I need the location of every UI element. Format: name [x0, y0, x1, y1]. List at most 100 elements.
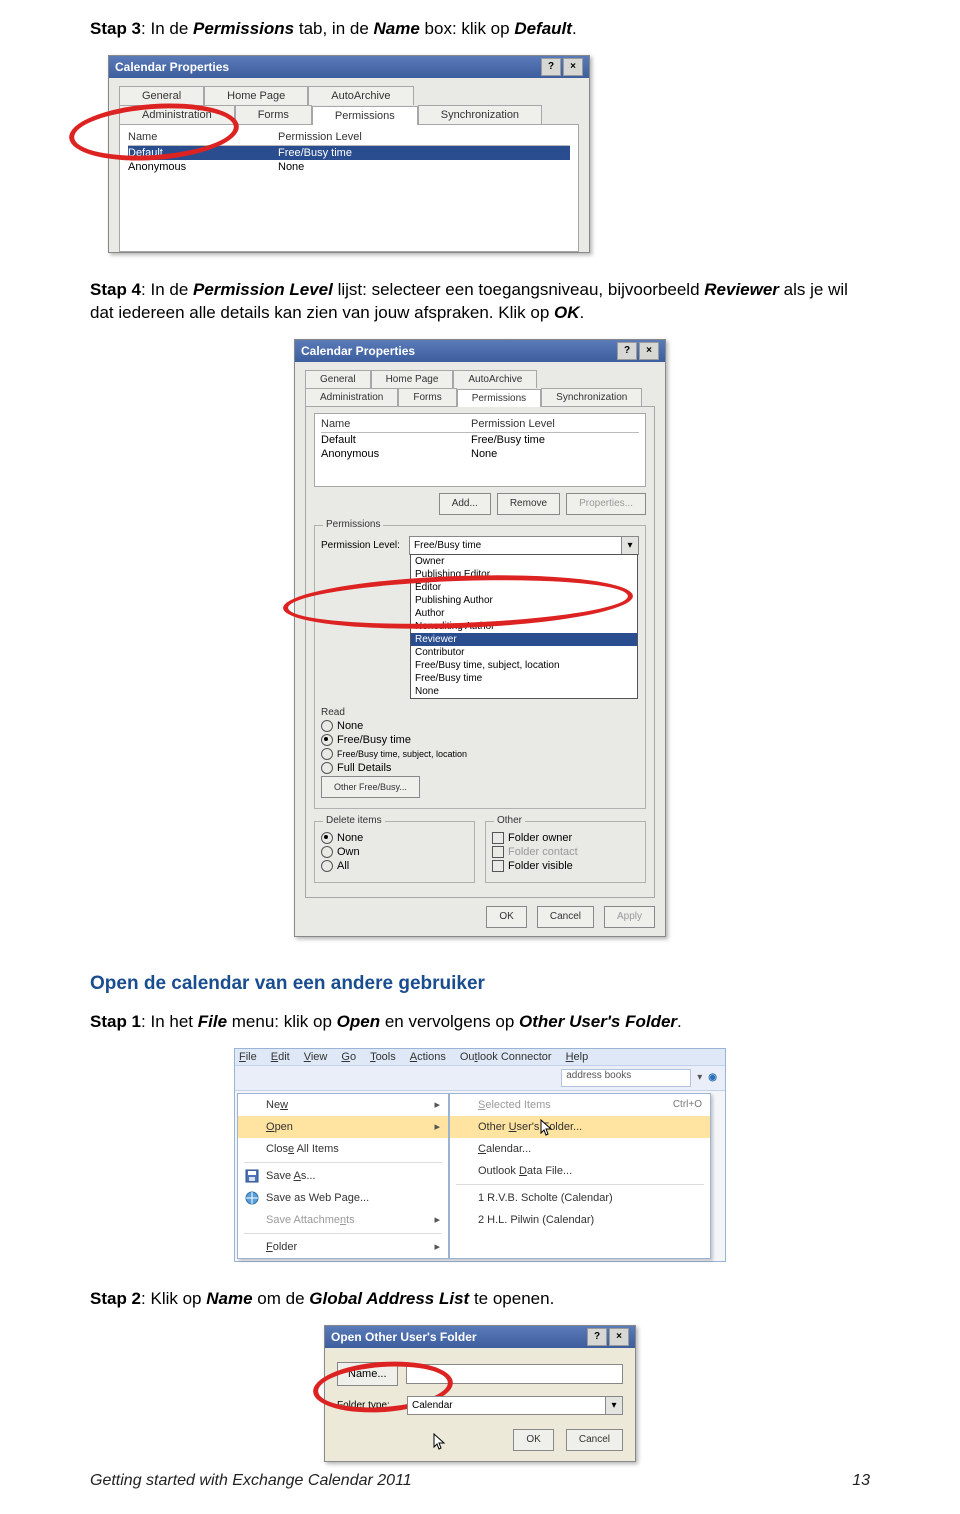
address-books-field[interactable]: address books: [561, 1069, 691, 1087]
menu-help[interactable]: Help: [566, 1051, 589, 1063]
section-heading: Open de calendar van een andere gebruike…: [90, 973, 870, 995]
help-icon[interactable]: ?: [617, 342, 637, 360]
permission-level-options[interactable]: Owner Publishing Editor Editor Publishin…: [410, 554, 638, 699]
step-1-text: Stap 1: In het File menu: klik op Open e…: [90, 1011, 870, 1034]
folder-type-value: Calendar: [412, 1400, 453, 1411]
read-group-label: Read: [321, 707, 639, 718]
apply-button[interactable]: Apply: [604, 906, 655, 928]
figure-file-open-menu: File Edit View Go Tools Actions Outlook …: [90, 1048, 870, 1262]
tab-general[interactable]: General: [119, 86, 204, 105]
tab-permissions[interactable]: Permissions: [312, 106, 418, 125]
dialog-title: Calendar Properties: [115, 60, 229, 74]
footer-title: Getting started with Exchange Calendar 2…: [90, 1472, 412, 1490]
tab-autoarchive[interactable]: AutoArchive: [308, 86, 413, 105]
permissions-row-default[interactable]: DefaultFree/Busy time: [321, 433, 639, 447]
figure-calendar-properties-list: Calendar Properties ? × General Home Pag…: [108, 55, 870, 253]
tab-synchronization[interactable]: Synchronization: [541, 388, 642, 406]
menu-go[interactable]: Go: [341, 1051, 356, 1063]
other-group-label: Other: [494, 815, 525, 826]
toolbar-search: address books ▾ ◉: [235, 1066, 725, 1091]
folder-visible-check[interactable]: Folder visible: [492, 860, 639, 872]
step-3-text: Stap 3: In de Permissions tab, in de Nam…: [90, 18, 870, 41]
menu-tools[interactable]: Tools: [370, 1051, 396, 1063]
delete-none-radio[interactable]: None: [321, 832, 468, 844]
folder-contact-check[interactable]: Folder contact: [492, 846, 639, 858]
dialog-title: Open Other User's Folder: [331, 1330, 477, 1344]
figure-open-other-users-folder: Open Other User's Folder ? × Name... Fol…: [90, 1325, 870, 1462]
file-menu: New▸ Open▸ Close All Items Save As... Sa…: [237, 1093, 449, 1259]
properties-button[interactable]: Properties...: [566, 493, 646, 515]
add-button[interactable]: Add...: [439, 493, 491, 515]
permissions-list-header: NamePermission Level: [128, 131, 570, 146]
tab-permissions[interactable]: Permissions: [457, 389, 541, 407]
ok-button[interactable]: OK: [513, 1429, 553, 1451]
tab-synchronization[interactable]: Synchronization: [418, 105, 542, 124]
menu-item-folder[interactable]: Folder▸: [238, 1236, 448, 1258]
help-icon[interactable]: ?: [587, 1328, 607, 1346]
permissions-row-anonymous[interactable]: AnonymousNone: [321, 447, 639, 461]
tab-administration[interactable]: Administration: [305, 388, 398, 406]
menu-edit[interactable]: Edit: [271, 1051, 290, 1063]
help-icon[interactable]: ?: [541, 58, 561, 76]
other-freebusy-button[interactable]: Other Free/Busy...: [321, 776, 420, 798]
menu-actions[interactable]: Actions: [410, 1051, 446, 1063]
tab-autoarchive[interactable]: AutoArchive: [453, 370, 537, 388]
cancel-button[interactable]: Cancel: [537, 906, 594, 928]
close-icon[interactable]: ×: [639, 342, 659, 360]
submenu-recent-1[interactable]: 1 R.V.B. Scholte (Calendar): [450, 1187, 710, 1209]
chevron-down-icon[interactable]: ▾: [605, 1397, 622, 1414]
dialog-titlebar: Calendar Properties ? ×: [109, 56, 589, 78]
submenu-recent-2[interactable]: 2 H.L. Pilwin (Calendar): [450, 1209, 710, 1231]
dialog-titlebar: Calendar Properties ? ×: [295, 340, 665, 362]
tab-forms[interactable]: Forms: [398, 388, 456, 406]
figure-calendar-properties-full: Calendar Properties ? × General Home Pag…: [90, 339, 870, 937]
menu-item-open[interactable]: Open▸: [238, 1116, 448, 1138]
name-input[interactable]: [406, 1364, 623, 1384]
permission-level-dropdown[interactable]: Free/Busy time ▾ Owner Publishing Editor…: [409, 536, 639, 555]
close-icon[interactable]: ×: [563, 58, 583, 76]
menu-item-new[interactable]: New▸: [238, 1094, 448, 1116]
delete-all-radio[interactable]: All: [321, 860, 468, 872]
permissions-list-header: NamePermission Level: [321, 418, 639, 433]
delete-own-radio[interactable]: Own: [321, 846, 468, 858]
chevron-down-icon[interactable]: ▾: [697, 1072, 702, 1083]
permissions-group-label: Permissions: [323, 519, 383, 530]
read-freebusy-subj-radio[interactable]: Free/Busy time, subject, location: [321, 748, 639, 760]
menu-item-closeall[interactable]: Close All Items: [238, 1138, 448, 1160]
save-icon: [244, 1168, 260, 1184]
menu-outlookconnector[interactable]: Outlook Connector: [460, 1051, 552, 1063]
tab-homepage[interactable]: Home Page: [204, 86, 308, 105]
tab-forms[interactable]: Forms: [235, 105, 312, 124]
close-icon[interactable]: ×: [609, 1328, 629, 1346]
submenu-outlook-data-file[interactable]: Outlook Data File...: [450, 1160, 710, 1182]
chevron-down-icon[interactable]: ▾: [621, 537, 638, 554]
submenu-other-users-folder[interactable]: Other User's Folder...: [450, 1116, 710, 1138]
folder-owner-check[interactable]: Folder owner: [492, 832, 639, 844]
dialog-title: Calendar Properties: [301, 344, 415, 358]
read-fulldetails-radio[interactable]: Full Details: [321, 762, 639, 774]
tab-administration[interactable]: Administration: [119, 105, 235, 124]
tab-general[interactable]: General: [305, 370, 371, 388]
menu-file[interactable]: File: [239, 1051, 257, 1063]
remove-button[interactable]: Remove: [497, 493, 560, 515]
tab-homepage[interactable]: Home Page: [371, 370, 454, 388]
menu-item-savewebpage[interactable]: Save as Web Page...: [238, 1187, 448, 1209]
menu-item-saveas[interactable]: Save As...: [238, 1165, 448, 1187]
permissions-row-default[interactable]: DefaultFree/Busy time: [128, 146, 570, 160]
permission-level-label: Permission Level:: [321, 540, 409, 551]
read-freebusy-radio[interactable]: Free/Busy time: [321, 734, 639, 746]
permission-level-value: Free/Busy time: [414, 540, 481, 551]
ok-button[interactable]: OK: [486, 906, 526, 928]
name-button[interactable]: Name...: [337, 1362, 398, 1386]
help-icon[interactable]: ◉: [708, 1072, 717, 1083]
submenu-calendar[interactable]: Calendar...: [450, 1138, 710, 1160]
open-submenu: Selected ItemsCtrl+O Other User's Folder…: [449, 1093, 711, 1259]
dialog-titlebar: Open Other User's Folder ? ×: [325, 1326, 635, 1348]
step-4-text: Stap 4: In de Permission Level lijst: se…: [90, 279, 870, 325]
permissions-row-anonymous[interactable]: AnonymousNone: [128, 160, 570, 174]
read-none-radio[interactable]: None: [321, 720, 639, 732]
cancel-button[interactable]: Cancel: [566, 1429, 623, 1451]
delete-group-label: Delete items: [323, 815, 385, 826]
menu-view[interactable]: View: [304, 1051, 328, 1063]
folder-type-dropdown[interactable]: Calendar ▾: [407, 1396, 623, 1415]
